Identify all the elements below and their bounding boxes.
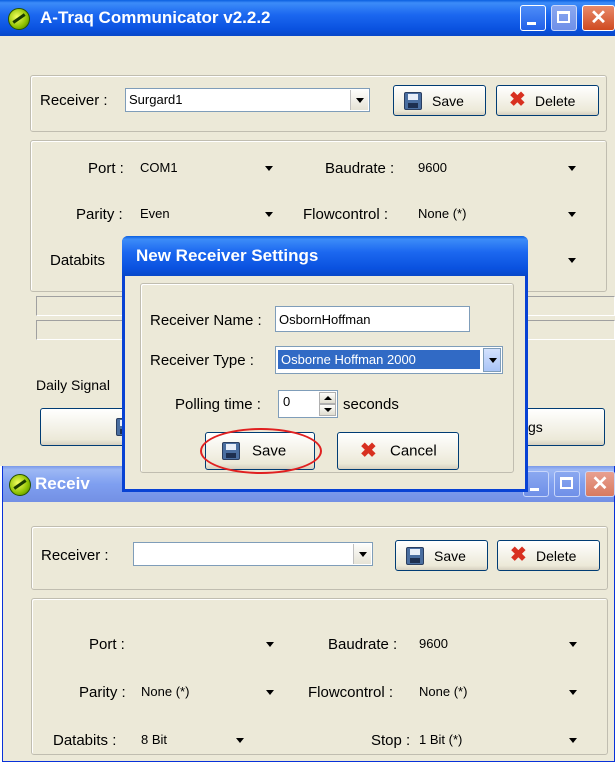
port-select[interactable]: COM1 [137, 156, 277, 180]
chevron-down-icon[interactable] [236, 738, 244, 743]
baudrate-label: Baudrate : [325, 160, 395, 177]
app-icon [8, 8, 30, 30]
save-button-label: Save [434, 547, 466, 564]
floppy-disk-icon [404, 92, 422, 110]
delete-button-label: Delete [535, 92, 576, 109]
settings-button-label: gs [528, 419, 543, 435]
dialog-cancel-label: Cancel [390, 442, 437, 460]
baudrate-value: 9600 [418, 160, 447, 175]
chevron-down-icon[interactable] [265, 212, 273, 217]
receiver-window-title: Receiv [35, 474, 90, 493]
dialog-titlebar[interactable]: New Receiver Settings [122, 236, 528, 276]
polling-time-value: 0 [283, 394, 291, 409]
receiver-window: Receiv ✕ Receiver : Save ✖ Delete Port :… [2, 466, 615, 762]
daily-signal-label: Daily Signal [36, 377, 110, 393]
flowcontrol-select[interactable]: None (*) [416, 680, 581, 704]
close-button[interactable]: ✕ [582, 5, 615, 31]
chevron-down-icon[interactable] [266, 642, 274, 647]
floppy-disk-icon [406, 547, 424, 565]
minimize-button[interactable] [520, 5, 546, 31]
port-value: COM1 [140, 160, 178, 175]
delete-x-icon: ✖ [509, 89, 526, 111]
spin-down-icon[interactable] [319, 404, 336, 416]
receiver-select[interactable] [133, 542, 373, 566]
stop-label: Stop : [371, 732, 411, 749]
flowcontrol-value: None (*) [419, 684, 468, 699]
maximize-button[interactable] [554, 471, 580, 497]
chevron-down-icon[interactable] [265, 166, 273, 171]
chevron-down-icon[interactable] [350, 90, 368, 110]
maximize-button[interactable] [551, 5, 577, 31]
port-label: Port : [88, 160, 124, 177]
parity-label: Parity : [79, 684, 126, 701]
delete-button[interactable]: ✖ Delete [496, 85, 599, 116]
dialog-title: New Receiver Settings [136, 246, 319, 265]
databits-value: 8 Bit [141, 732, 168, 747]
receiver-select[interactable]: Surgard1 [125, 88, 370, 112]
spin-up-icon[interactable] [319, 392, 336, 404]
main-window-title: A-Traq Communicator v2.2.2 [40, 8, 271, 27]
stop-select[interactable]: 1 Bit (*) [416, 728, 581, 752]
delete-button[interactable]: ✖ Delete [497, 540, 600, 571]
chevron-down-icon[interactable] [568, 258, 576, 263]
save-button[interactable]: Save [395, 540, 488, 571]
receiver-name-label: Receiver Name : [150, 312, 262, 329]
baudrate-select[interactable]: 9600 [416, 632, 581, 656]
databits-label: Databits [50, 252, 106, 269]
new-receiver-dialog: New Receiver Settings Receiver Name : Os… [122, 236, 528, 492]
polling-time-spinner[interactable]: 0 [278, 390, 338, 418]
receiver-type-label: Receiver Type : [150, 352, 254, 369]
flowcontrol-value: None (*) [418, 206, 467, 221]
receiver-label: Receiver : [40, 92, 108, 109]
chevron-down-icon[interactable] [483, 348, 501, 372]
parity-label: Parity : [76, 206, 123, 223]
spinner-buttons[interactable] [319, 392, 336, 416]
port-label: Port : [89, 636, 125, 653]
parity-value: Even [140, 206, 170, 221]
delete-x-icon: ✖ [510, 544, 527, 566]
chevron-down-icon[interactable] [568, 166, 576, 171]
chevron-down-icon[interactable] [568, 212, 576, 217]
flowcontrol-select[interactable]: None (*) [415, 202, 580, 226]
save-button-label: Save [432, 92, 464, 109]
main-titlebar[interactable]: A-Traq Communicator v2.2.2 ✕ [0, 0, 615, 36]
polling-unit-label: seconds [343, 396, 399, 413]
highlight-circle [200, 428, 322, 474]
dialog-cancel-button[interactable]: ✖ Cancel [337, 432, 459, 470]
chevron-down-icon[interactable] [353, 544, 371, 564]
chevron-down-icon[interactable] [266, 690, 274, 695]
flowcontrol-label: Flowcontrol : [308, 684, 394, 701]
chevron-down-icon[interactable] [569, 690, 577, 695]
flowcontrol-label: Flowcontrol : [303, 206, 389, 223]
chevron-down-icon[interactable] [569, 642, 577, 647]
stop-value: 1 Bit (*) [419, 732, 463, 747]
databits-select[interactable]: 8 Bit [138, 728, 248, 752]
receiver-type-select[interactable]: Osborne Hoffman 2000 [275, 346, 503, 374]
app-icon [9, 474, 31, 496]
port-select[interactable] [138, 632, 278, 656]
cancel-x-icon: ✖ [360, 440, 377, 462]
stop-select[interactable] [530, 248, 580, 272]
baudrate-select[interactable]: 9600 [415, 156, 580, 180]
parity-value: None (*) [141, 684, 190, 699]
chevron-down-icon[interactable] [569, 738, 577, 743]
parity-select[interactable]: None (*) [138, 680, 278, 704]
delete-button-label: Delete [536, 547, 577, 564]
receiver-name-input[interactable]: OsbornHoffman [275, 306, 470, 332]
save-button[interactable]: Save [393, 85, 486, 116]
receiver-type-value: Osborne Hoffman 2000 [277, 349, 481, 370]
baudrate-label: Baudrate : [328, 636, 398, 653]
receiver-select-value: Surgard1 [129, 92, 183, 107]
databits-label: Databits : [53, 732, 117, 749]
baudrate-value: 9600 [419, 636, 448, 651]
receiver-label: Receiver : [41, 547, 109, 564]
parity-select[interactable]: Even [137, 202, 277, 226]
close-button[interactable]: ✕ [585, 471, 615, 497]
polling-time-label: Polling time : [175, 396, 261, 413]
